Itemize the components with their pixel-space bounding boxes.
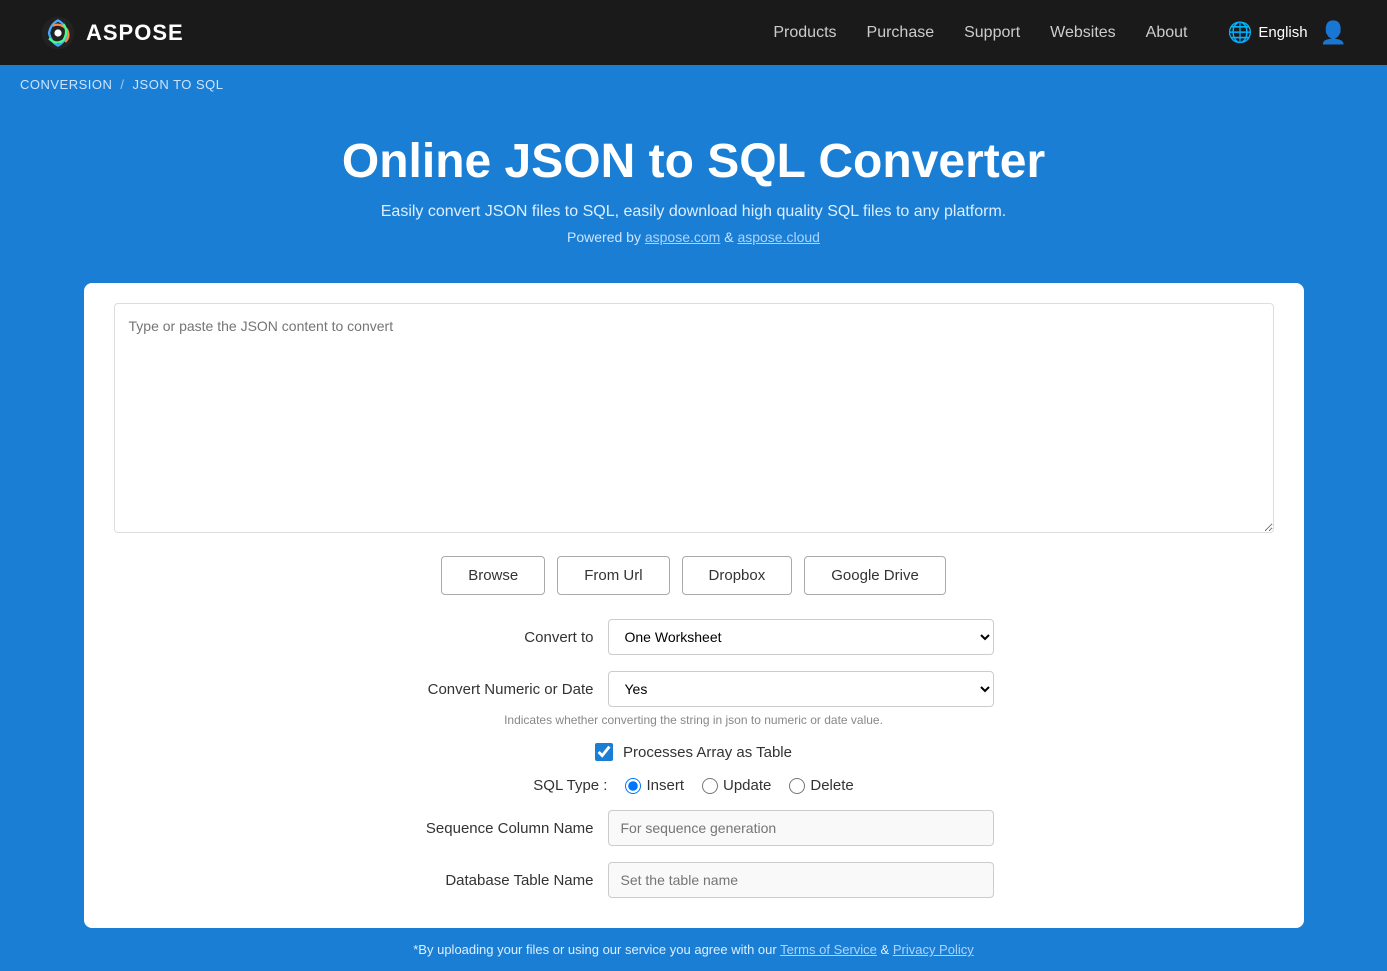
logo[interactable]: ASPOSE (40, 15, 184, 51)
logo-text: ASPOSE (86, 20, 184, 46)
processes-array-checkbox[interactable] (595, 743, 613, 761)
nav-websites[interactable]: Websites (1050, 24, 1116, 42)
user-icon[interactable]: 👤 (1320, 20, 1347, 46)
db-table-label: Database Table Name (394, 872, 594, 889)
dropbox-button[interactable]: Dropbox (682, 556, 793, 595)
powered-by: Powered by aspose.com & aspose.cloud (20, 229, 1367, 245)
nav-about[interactable]: About (1146, 24, 1188, 42)
convert-to-label: Convert to (394, 629, 594, 646)
sequence-column-row: Sequence Column Name (394, 810, 994, 846)
convert-numeric-select[interactable]: Yes No (608, 671, 994, 707)
breadcrumb-current: JSON TO SQL (133, 77, 224, 92)
powered-prefix: Powered by (567, 229, 645, 245)
delete-radio[interactable] (789, 778, 805, 794)
sequence-column-label: Sequence Column Name (394, 820, 594, 837)
convert-to-row: Convert to One Worksheet Multiple Worksh… (394, 619, 994, 655)
browse-button[interactable]: Browse (441, 556, 545, 595)
privacy-link[interactable]: Privacy Policy (893, 942, 974, 957)
insert-label: Insert (646, 777, 684, 794)
powered-sep: & (720, 229, 737, 245)
processes-array-label: Processes Array as Table (623, 744, 792, 761)
nav-support[interactable]: Support (964, 24, 1020, 42)
processes-array-row: Processes Array as Table (595, 743, 792, 761)
navbar: ASPOSE Products Purchase Support Website… (0, 0, 1387, 65)
sql-type-label: SQL Type : (533, 777, 607, 794)
nav-products[interactable]: Products (773, 24, 836, 42)
footer-sep: & (877, 942, 893, 957)
breadcrumb: CONVERSION / JSON TO SQL (0, 65, 1387, 104)
json-input[interactable] (114, 303, 1274, 533)
language-selector[interactable]: 🌐 English (1227, 20, 1307, 45)
language-label: English (1258, 24, 1307, 41)
insert-option: Insert (625, 777, 684, 794)
aspose-logo-icon (40, 15, 76, 51)
db-table-input[interactable] (608, 862, 994, 898)
google-drive-button[interactable]: Google Drive (804, 556, 946, 595)
nav-links: Products Purchase Support Websites About (773, 24, 1187, 42)
convert-numeric-hint: Indicates whether converting the string … (504, 713, 883, 727)
convert-numeric-row: Convert Numeric or Date Yes No (394, 671, 994, 707)
nav-right: 🌐 English 👤 (1227, 20, 1347, 46)
file-source-buttons: Browse From Url Dropbox Google Drive (114, 556, 1274, 595)
from-url-button[interactable]: From Url (557, 556, 669, 595)
page-title: Online JSON to SQL Converter (20, 134, 1367, 189)
delete-label: Delete (810, 777, 853, 794)
sql-type-row: SQL Type : Insert Update Delete (533, 777, 853, 794)
breadcrumb-separator: / (120, 77, 124, 92)
aspose-com-link[interactable]: aspose.com (645, 229, 720, 245)
nav-purchase[interactable]: Purchase (867, 24, 935, 42)
update-radio[interactable] (702, 778, 718, 794)
db-table-row: Database Table Name (394, 862, 994, 898)
breadcrumb-conversion[interactable]: CONVERSION (20, 77, 112, 92)
update-label: Update (723, 777, 771, 794)
hero-subtitle: Easily convert JSON files to SQL, easily… (20, 203, 1367, 221)
insert-radio[interactable] (625, 778, 641, 794)
aspose-cloud-link[interactable]: aspose.cloud (737, 229, 820, 245)
options-section: Convert to One Worksheet Multiple Worksh… (114, 619, 1274, 898)
footer-prefix: *By uploading your files or using our se… (413, 942, 780, 957)
tos-link[interactable]: Terms of Service (780, 942, 877, 957)
delete-option: Delete (789, 777, 853, 794)
converter-card: Browse From Url Dropbox Google Drive Con… (84, 283, 1304, 928)
convert-numeric-label: Convert Numeric or Date (394, 681, 594, 698)
footer-note: *By uploading your files or using our se… (0, 928, 1387, 971)
update-option: Update (702, 777, 771, 794)
globe-icon: 🌐 (1227, 20, 1252, 45)
sequence-column-input[interactable] (608, 810, 994, 846)
hero-section: Online JSON to SQL Converter Easily conv… (0, 104, 1387, 273)
convert-to-select[interactable]: One Worksheet Multiple Worksheets (608, 619, 994, 655)
